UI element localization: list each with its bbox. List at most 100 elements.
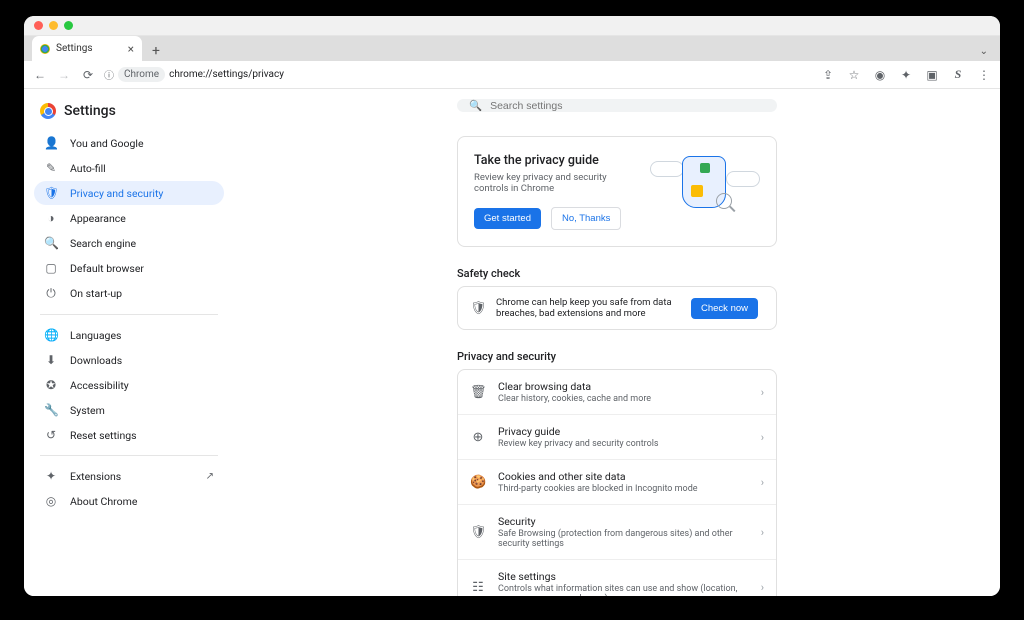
browser-tab-settings[interactable]: Settings × [32,36,142,61]
sidebar-item-label: Languages [70,329,121,342]
tab-title: Settings [56,43,93,54]
row-sub: Review key privacy and security controls [498,439,749,449]
sidebar-item-label: Appearance [70,212,126,225]
tune-icon: ☷ [470,580,486,595]
share-icon[interactable]: ⇪ [820,68,836,82]
notifications-icon[interactable]: ◉ [872,68,888,82]
sidebar-item-languages[interactable]: 🌐 Languages [34,323,224,347]
sidebar-divider [40,314,218,315]
chevron-right-icon: › [761,431,764,444]
tabstrip-expand-icon[interactable]: ⌄ [976,42,992,61]
sidebar-item-extensions[interactable]: ✦ Extensions ↗ [34,464,224,488]
sidebar-item-label: On start-up [70,287,122,300]
row-clear-browsing-data[interactable]: 🗑 Clear browsing data Clear history, coo… [458,370,776,414]
search-input[interactable] [490,100,765,112]
profile-icon[interactable]: S [950,67,966,82]
back-button[interactable]: ← [32,68,48,82]
power-icon: ⏻ [44,286,58,301]
row-sub: Safe Browsing (protection from dangerous… [498,529,749,549]
sidebar-item-accessibility[interactable]: ✪ Accessibility [34,373,224,397]
sidebar-item-label: System [70,404,105,417]
toolbar-right: ⇪ ☆ ◉ ✦ ▣ S ⋮ [820,67,992,82]
no-thanks-button[interactable]: No, Thanks [551,207,621,230]
extension-icon: ✦ [44,469,58,483]
maximize-window-button[interactable] [64,21,73,30]
sidebar-item-label: Auto-fill [70,162,106,175]
row-sub: Clear history, cookies, cache and more [498,394,749,404]
sidebar-item-label: Downloads [70,354,122,367]
safety-text: Chrome can help keep you safe from data … [496,297,681,319]
guide-icon: ⊕ [470,430,486,445]
forward-button[interactable]: → [56,68,72,82]
address-origin: Chrome [118,67,165,82]
accessibility-icon: ✪ [44,378,58,392]
settings-page: Settings 👤 You and Google ✎ Auto-fill 🛡 … [24,89,1000,596]
row-security[interactable]: 🛡 Security Safe Browsing (protection fro… [458,504,776,559]
chevron-right-icon: › [761,386,764,399]
cookie-icon: 🍪 [470,475,486,490]
window-controls [34,21,73,30]
menu-icon[interactable]: ⋮ [976,68,992,82]
reset-icon: ↺ [44,428,58,442]
sidepanel-icon[interactable]: ▣ [924,68,940,82]
sidebar-item-label: Reset settings [70,429,137,442]
close-window-button[interactable] [34,21,43,30]
safety-check-heading: Safety check [457,267,777,280]
get-started-button[interactable]: Get started [474,208,541,229]
check-now-button[interactable]: Check now [691,298,758,319]
sidebar-item-search-engine[interactable]: 🔍 Search engine [34,231,224,255]
sidebar-item-label: Search engine [70,237,136,250]
row-title: Site settings [498,570,749,583]
bookmark-icon[interactable]: ☆ [846,68,862,82]
row-privacy-guide[interactable]: ⊕ Privacy guide Review key privacy and s… [458,414,776,459]
chevron-right-icon: › [761,476,764,489]
new-tab-button[interactable]: + [146,41,166,61]
extensions-toolbar-icon[interactable]: ✦ [898,68,914,82]
sidebar-item-reset[interactable]: ↺ Reset settings [34,423,224,447]
sidebar-item-label: Privacy and security [70,187,163,200]
row-site-settings[interactable]: ☷ Site settings Controls what informatio… [458,559,776,596]
shield-icon: 🛡 [470,525,486,540]
sidebar-item-label: You and Google [70,137,144,150]
appearance-icon: ◑ [44,211,58,225]
tab-strip: Settings × + ⌄ [24,36,1000,61]
site-info-icon[interactable]: ⓘ [104,67,114,82]
sidebar-item-privacy-security[interactable]: 🛡 Privacy and security [34,181,224,205]
privacy-guide-card: Take the privacy guide Review key privac… [457,136,777,247]
settings-sidebar: Settings 👤 You and Google ✎ Auto-fill 🛡 … [24,89,234,596]
sidebar-item-appearance[interactable]: ◑ Appearance [34,206,224,230]
row-title: Cookies and other site data [498,470,749,483]
sidebar-item-label: Extensions [70,470,121,483]
address-bar[interactable]: ⓘ Chrome chrome://settings/privacy [104,67,284,82]
sidebar-item-label: About Chrome [70,495,137,508]
sidebar-item-downloads[interactable]: ⬇ Downloads [34,348,224,372]
shield-icon: 🛡 [44,186,58,200]
shield-check-icon: 🛡 [470,301,486,316]
search-icon: 🔍 [469,99,482,112]
safety-check-card: 🛡 Chrome can help keep you safe from dat… [457,286,777,330]
settings-main: 🔍 Take the privacy guide Review key priv… [234,89,1000,596]
sidebar-item-startup[interactable]: ⏻ On start-up [34,281,224,306]
row-sub: Controls what information sites can use … [498,584,749,596]
row-cookies[interactable]: 🍪 Cookies and other site data Third-part… [458,459,776,504]
trash-icon: 🗑 [470,385,486,400]
sidebar-item-system[interactable]: 🔧 System [34,398,224,422]
settings-search[interactable]: 🔍 [457,99,777,112]
app-header: Settings [34,101,224,131]
close-tab-icon[interactable]: × [128,42,134,56]
row-sub: Third-party cookies are blocked in Incog… [498,484,749,494]
sidebar-item-autofill[interactable]: ✎ Auto-fill [34,156,224,180]
privacy-guide-illustration [650,153,760,213]
tab-favicon-icon [40,44,50,54]
sidebar-item-about[interactable]: ◎ About Chrome [34,489,224,513]
globe-icon: 🌐 [44,328,58,342]
sidebar-item-default-browser[interactable]: ▢ Default browser [34,256,224,280]
chevron-right-icon: › [761,526,764,539]
minimize-window-button[interactable] [49,21,58,30]
about-icon: ◎ [44,494,58,508]
browser-icon: ▢ [44,261,58,275]
privacy-guide-subtitle: Review key privacy and security controls… [474,172,640,194]
reload-button[interactable]: ⟳ [80,68,96,82]
privacy-security-list: 🗑 Clear browsing data Clear history, coo… [457,369,777,596]
sidebar-item-you-and-google[interactable]: 👤 You and Google [34,131,224,155]
